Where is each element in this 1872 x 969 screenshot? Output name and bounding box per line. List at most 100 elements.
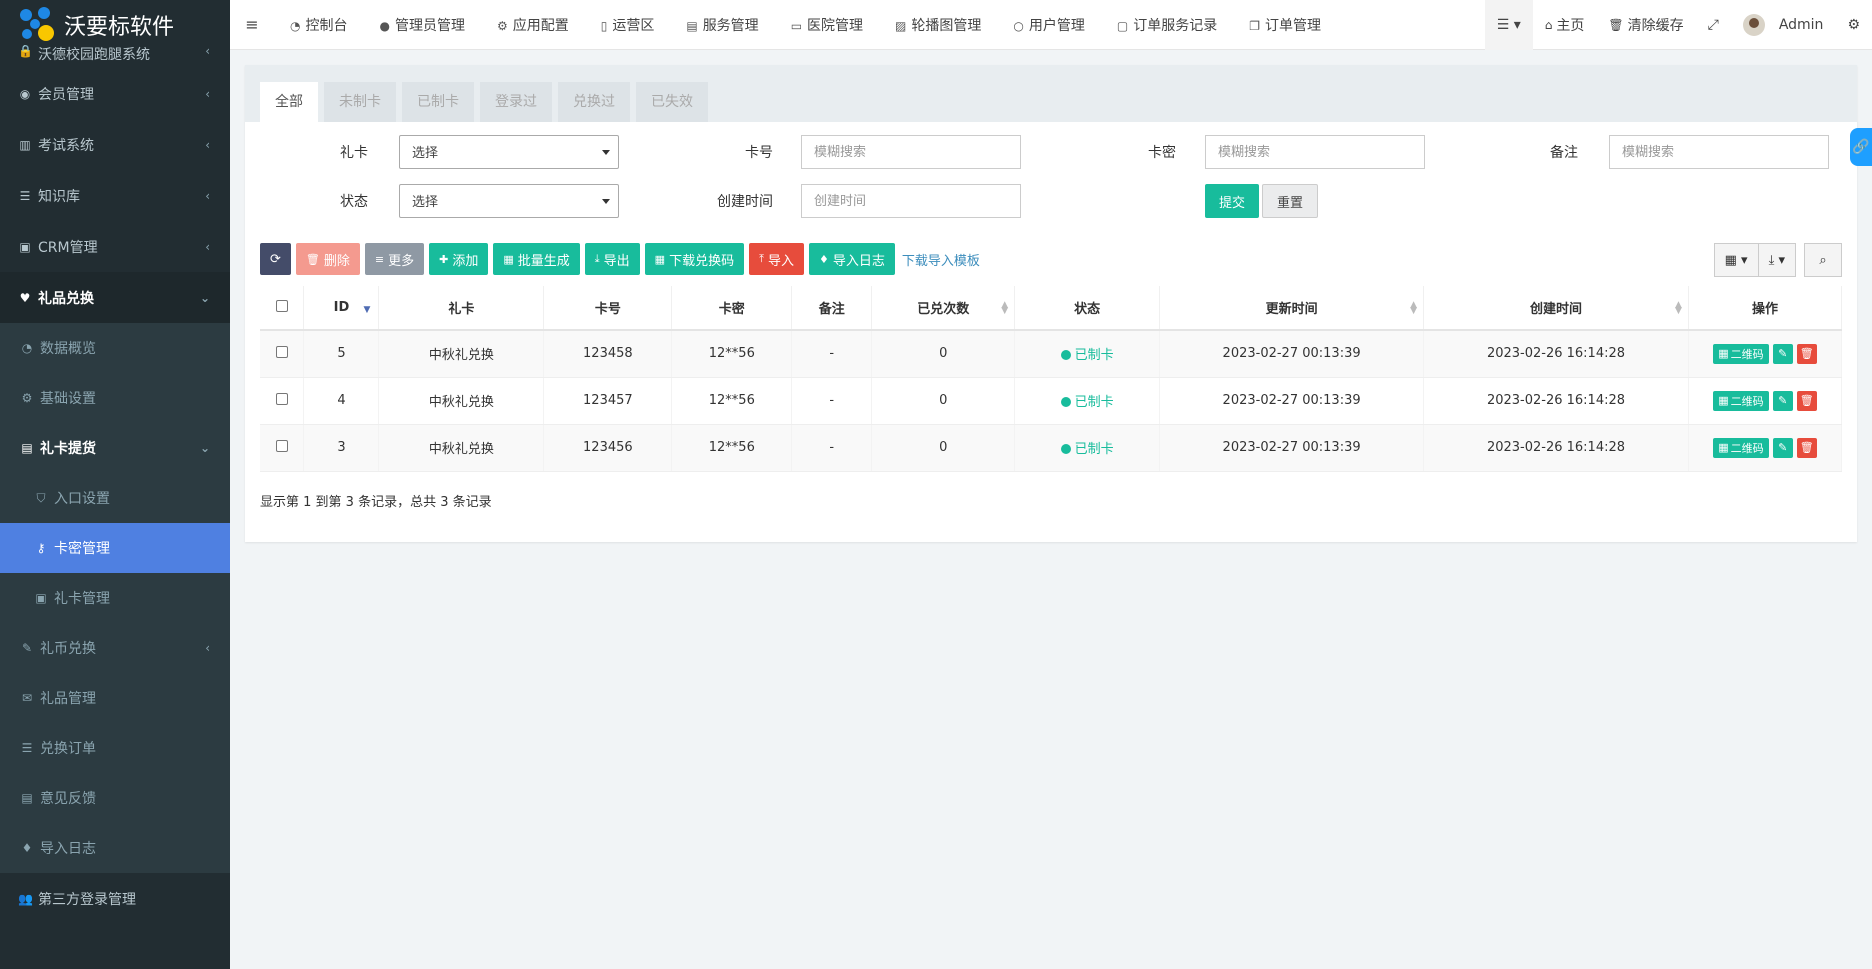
table-row: 3 中秋礼兑换 123456 12**56 - 0 已制卡 2023-02-27… <box>260 424 1843 472</box>
more-button[interactable]: ≡ 更多 <box>364 243 425 275</box>
row-checkbox[interactable] <box>275 392 288 405</box>
edit-button[interactable]: ✎ <box>1772 437 1793 458</box>
tab-redeemed[interactable]: 兑换过 <box>558 82 630 122</box>
reset-button[interactable]: 重置 <box>1262 184 1319 218</box>
sidebar-item-third-party-login[interactable]: 👥 第三方登录管理 <box>0 873 230 924</box>
batch-generate-button[interactable]: ▦ 批量生成 <box>493 243 580 275</box>
qrcode-icon: ▦ <box>1718 347 1729 361</box>
gift-card-select[interactable]: 选择 <box>399 135 619 169</box>
qr-code-button[interactable]: ▦ 二维码 <box>1713 390 1769 411</box>
sort-icon: ▲ ▼ <box>1675 300 1682 316</box>
list-alt-icon: ▤ <box>21 791 33 805</box>
card-pwd-input[interactable] <box>1205 135 1425 169</box>
top-link-services[interactable]: ▤ 服务管理 <box>670 15 774 35</box>
sidebar-item-gift-card-pickup[interactable]: ▤ 礼卡提货 ⌄ <box>0 423 230 473</box>
sidebar-item-crm[interactable]: ▣ CRM管理 ‹ <box>0 221 230 272</box>
home-link[interactable]: ⌂ 主页 <box>1533 0 1597 50</box>
top-nav-links: ≡ ◔ 控制台 ● 管理员管理 ⚙ 应用配置 ▯ 运营区 ▤ 服务管理 ▭ 医院管理 ▨ 轮播… <box>230 15 1337 35</box>
delete-button[interactable]: 🗑 删除 <box>295 243 360 275</box>
refresh-button[interactable]: ⟳ <box>260 243 291 275</box>
list-alt-icon: ▤ <box>686 18 698 33</box>
user-menu[interactable]: Admin <box>1731 0 1836 50</box>
top-link-app-config[interactable]: ⚙ 应用配置 <box>481 15 585 35</box>
tab-expired[interactable]: 已失效 <box>636 82 708 122</box>
search-icon: ⌕ <box>1819 252 1827 268</box>
clear-cache-button[interactable]: 🗑 清除缓存 <box>1596 0 1695 50</box>
sidebar-toggle-icon[interactable]: ≡ <box>230 15 274 34</box>
select-all-checkbox[interactable] <box>275 299 288 312</box>
export-button[interactable]: ⤓ 导出 <box>584 243 640 275</box>
cell-actions: ▦ 二维码 ✎ 🗑 <box>1688 330 1843 378</box>
top-link-users[interactable]: ○ 用户管理 <box>997 15 1100 35</box>
download-codes-button[interactable]: ▦ 下载兑换码 <box>644 243 745 275</box>
col-redeemed-count[interactable]: 已兑次数 ▲ ▼ <box>871 286 1016 331</box>
columns-toggle-button[interactable]: ▦ ▾ <box>1713 243 1759 277</box>
sidebar-item-exam[interactable]: ▥ 考试系统 ‹ <box>0 119 230 170</box>
app-logo[interactable]: 沃要标软件 <box>0 0 230 50</box>
cell-updated: 2023-02-27 00:13:39 <box>1159 424 1425 472</box>
status-badge: 已制卡 <box>1060 442 1114 457</box>
tab-not-made[interactable]: 未制卡 <box>324 82 396 122</box>
top-link-operations[interactable]: ▯ 运营区 <box>585 15 671 35</box>
sidebar-item-basic-settings[interactable]: ⚙ 基础设置 <box>0 373 230 423</box>
cell-remark: - <box>791 330 873 378</box>
remark-input[interactable] <box>1609 135 1829 169</box>
export-icon: ⤓ ▾ <box>1768 252 1785 268</box>
cell-gift-card: 中秋礼兑换 <box>378 377 545 425</box>
sidebar-item-card-secret[interactable]: ⚷ 卡密管理 <box>0 523 230 573</box>
delete-row-button[interactable]: 🗑 <box>1796 390 1817 411</box>
submit-button[interactable]: 提交 <box>1205 184 1260 218</box>
status-select[interactable]: 选择 <box>399 184 619 218</box>
settings-button[interactable]: ⚙ <box>1835 0 1872 50</box>
tab-made[interactable]: 已制卡 <box>402 82 474 122</box>
sidebar-item-gift-card-mgmt[interactable]: ▣ 礼卡管理 <box>0 573 230 623</box>
col-updated-time[interactable]: 更新时间 ▲ ▼ <box>1159 286 1425 331</box>
edit-button[interactable]: ✎ <box>1772 390 1793 411</box>
qr-code-button[interactable]: ▦ 二维码 <box>1713 437 1769 458</box>
top-link-orders[interactable]: ❐ 订单管理 <box>1233 15 1337 35</box>
tab-logged-in[interactable]: 登录过 <box>480 82 552 122</box>
qr-code-button[interactable]: ▦ 二维码 <box>1713 343 1769 364</box>
top-link-hospitals[interactable]: ▭ 医院管理 <box>775 15 879 35</box>
row-checkbox[interactable] <box>275 439 288 452</box>
add-button[interactable]: ✚ 添加 <box>429 243 489 275</box>
created-time-input[interactable] <box>801 184 1021 218</box>
sidebar-item-exchange-orders[interactable]: ☰ 兑换订单 <box>0 723 230 773</box>
sidebar-item-coin-exchange[interactable]: ✎ 礼币兑换 ‹ <box>0 623 230 673</box>
fullscreen-button[interactable]: ⤢ <box>1696 0 1731 50</box>
tab-all[interactable]: 全部 <box>260 82 318 122</box>
search-toggle-button[interactable]: ⌕ <box>1804 243 1842 277</box>
download-template-link[interactable]: 下载导入模板 <box>902 250 980 269</box>
import-log-button[interactable]: ♦ 导入日志 <box>808 243 895 275</box>
sidebar-item-feedback[interactable]: ▤ 意见反馈 <box>0 773 230 823</box>
sidebar-item-import-log[interactable]: ♦ 导入日志 <box>0 823 230 873</box>
sidebar-item-knowledge[interactable]: ☰ 知识库 ‹ <box>0 170 230 221</box>
row-checkbox[interactable] <box>275 345 288 358</box>
users-icon: 👥 <box>18 891 33 906</box>
export-format-button[interactable]: ⤓ ▾ <box>1758 243 1796 277</box>
sidebar-item-campus-errand[interactable]: 🔒 沃德校园跑腿系统 ‹ <box>0 44 230 68</box>
top-link-dashboard[interactable]: ◔ 控制台 <box>274 15 363 35</box>
edit-button[interactable]: ✎ <box>1772 343 1793 364</box>
home-icon: ⌂ <box>1544 18 1553 32</box>
cell-created: 2023-02-26 16:14:28 <box>1423 424 1689 472</box>
top-link-order-service-records[interactable]: ▢ 订单服务记录 <box>1101 15 1233 35</box>
sidebar-item-gift-exchange[interactable]: ♥ 礼品兑换 ⌄ <box>0 272 230 323</box>
card-no-input[interactable] <box>801 135 1021 169</box>
link-float-button[interactable]: 🔗 <box>1850 128 1872 166</box>
status-badge: 已制卡 <box>1060 348 1114 363</box>
menu-dropdown-button[interactable]: ☰ ▾ <box>1484 0 1533 50</box>
sidebar-item-entry-settings[interactable]: ⛉ 入口设置 <box>0 473 230 523</box>
sidebar-item-members[interactable]: ◉ 会员管理 ‹ <box>0 68 230 119</box>
shield-icon: ⛉ <box>36 490 46 505</box>
top-link-carousel[interactable]: ▨ 轮播图管理 <box>879 15 997 35</box>
top-link-admins[interactable]: ● 管理员管理 <box>363 15 480 35</box>
trash-icon: 🗑 <box>305 252 320 266</box>
delete-row-button[interactable]: 🗑 <box>1796 343 1817 364</box>
sidebar-item-data-overview[interactable]: ◔ 数据概览 <box>0 323 230 373</box>
col-created-time[interactable]: 创建时间 ▲ ▼ <box>1423 286 1689 331</box>
delete-row-button[interactable]: 🗑 <box>1796 437 1817 458</box>
col-id[interactable]: ID ▼ <box>303 286 380 331</box>
sidebar-item-gift-mgmt[interactable]: ✉ 礼品管理 <box>0 673 230 723</box>
import-button[interactable]: ⤒ 导入 <box>749 243 804 275</box>
